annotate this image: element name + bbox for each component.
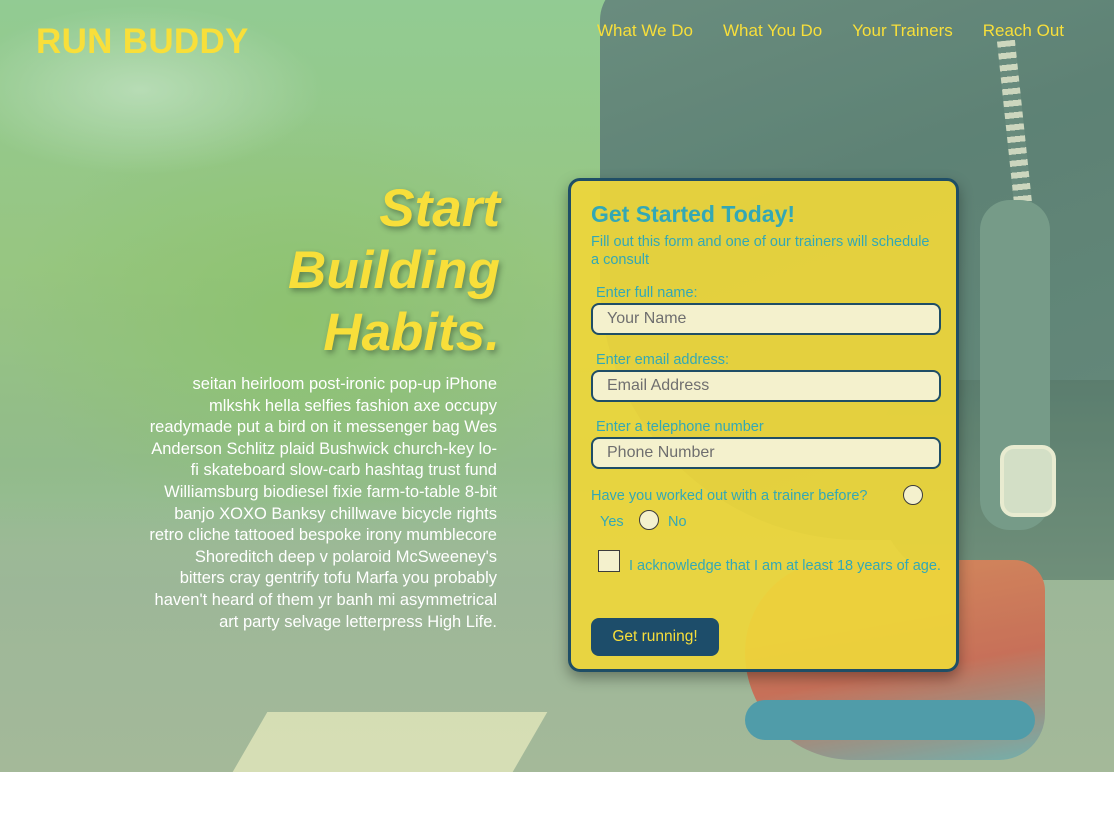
- email-input[interactable]: [591, 370, 941, 402]
- hero-blurb: seitan heirloom post-ironic pop-up iPhon…: [149, 375, 497, 631]
- phone-label: Enter a telephone number: [596, 419, 764, 435]
- email-label: Enter email address:: [596, 352, 729, 368]
- nav-link-reach-out[interactable]: Reach Out: [983, 20, 1064, 42]
- site-logo[interactable]: RUN BUDDY: [36, 22, 249, 62]
- signup-form: Get Started Today! Fill out this form an…: [568, 178, 959, 672]
- trainer-yes-radio[interactable]: [903, 485, 923, 505]
- name-label: Enter full name:: [596, 285, 698, 301]
- main-nav: What We Do What You Do Your Trainers Rea…: [597, 20, 1064, 42]
- name-input[interactable]: [591, 303, 941, 335]
- trainer-yes-label: Yes: [600, 514, 624, 530]
- nav-link-what-you-do[interactable]: What You Do: [723, 20, 822, 42]
- phone-input[interactable]: [591, 437, 941, 469]
- trainer-no-label: No: [668, 514, 687, 530]
- form-subtitle: Fill out this form and one of our traine…: [591, 234, 930, 268]
- nav-link-what-we-do[interactable]: What We Do: [597, 20, 693, 42]
- form-title: Get Started Today!: [591, 201, 796, 227]
- get-running-button[interactable]: Get running!: [591, 618, 719, 656]
- trainer-question: Have you worked out with a trainer befor…: [591, 488, 868, 504]
- hero-headline: Start Building Habits.: [288, 179, 500, 362]
- age-acknowledgement: I acknowledge that I am at least 18 year…: [629, 558, 941, 574]
- trainer-no-radio[interactable]: [639, 510, 659, 530]
- nav-link-your-trainers[interactable]: Your Trainers: [852, 20, 952, 42]
- hero-section: RUN BUDDY What We Do What You Do Your Tr…: [0, 0, 1114, 772]
